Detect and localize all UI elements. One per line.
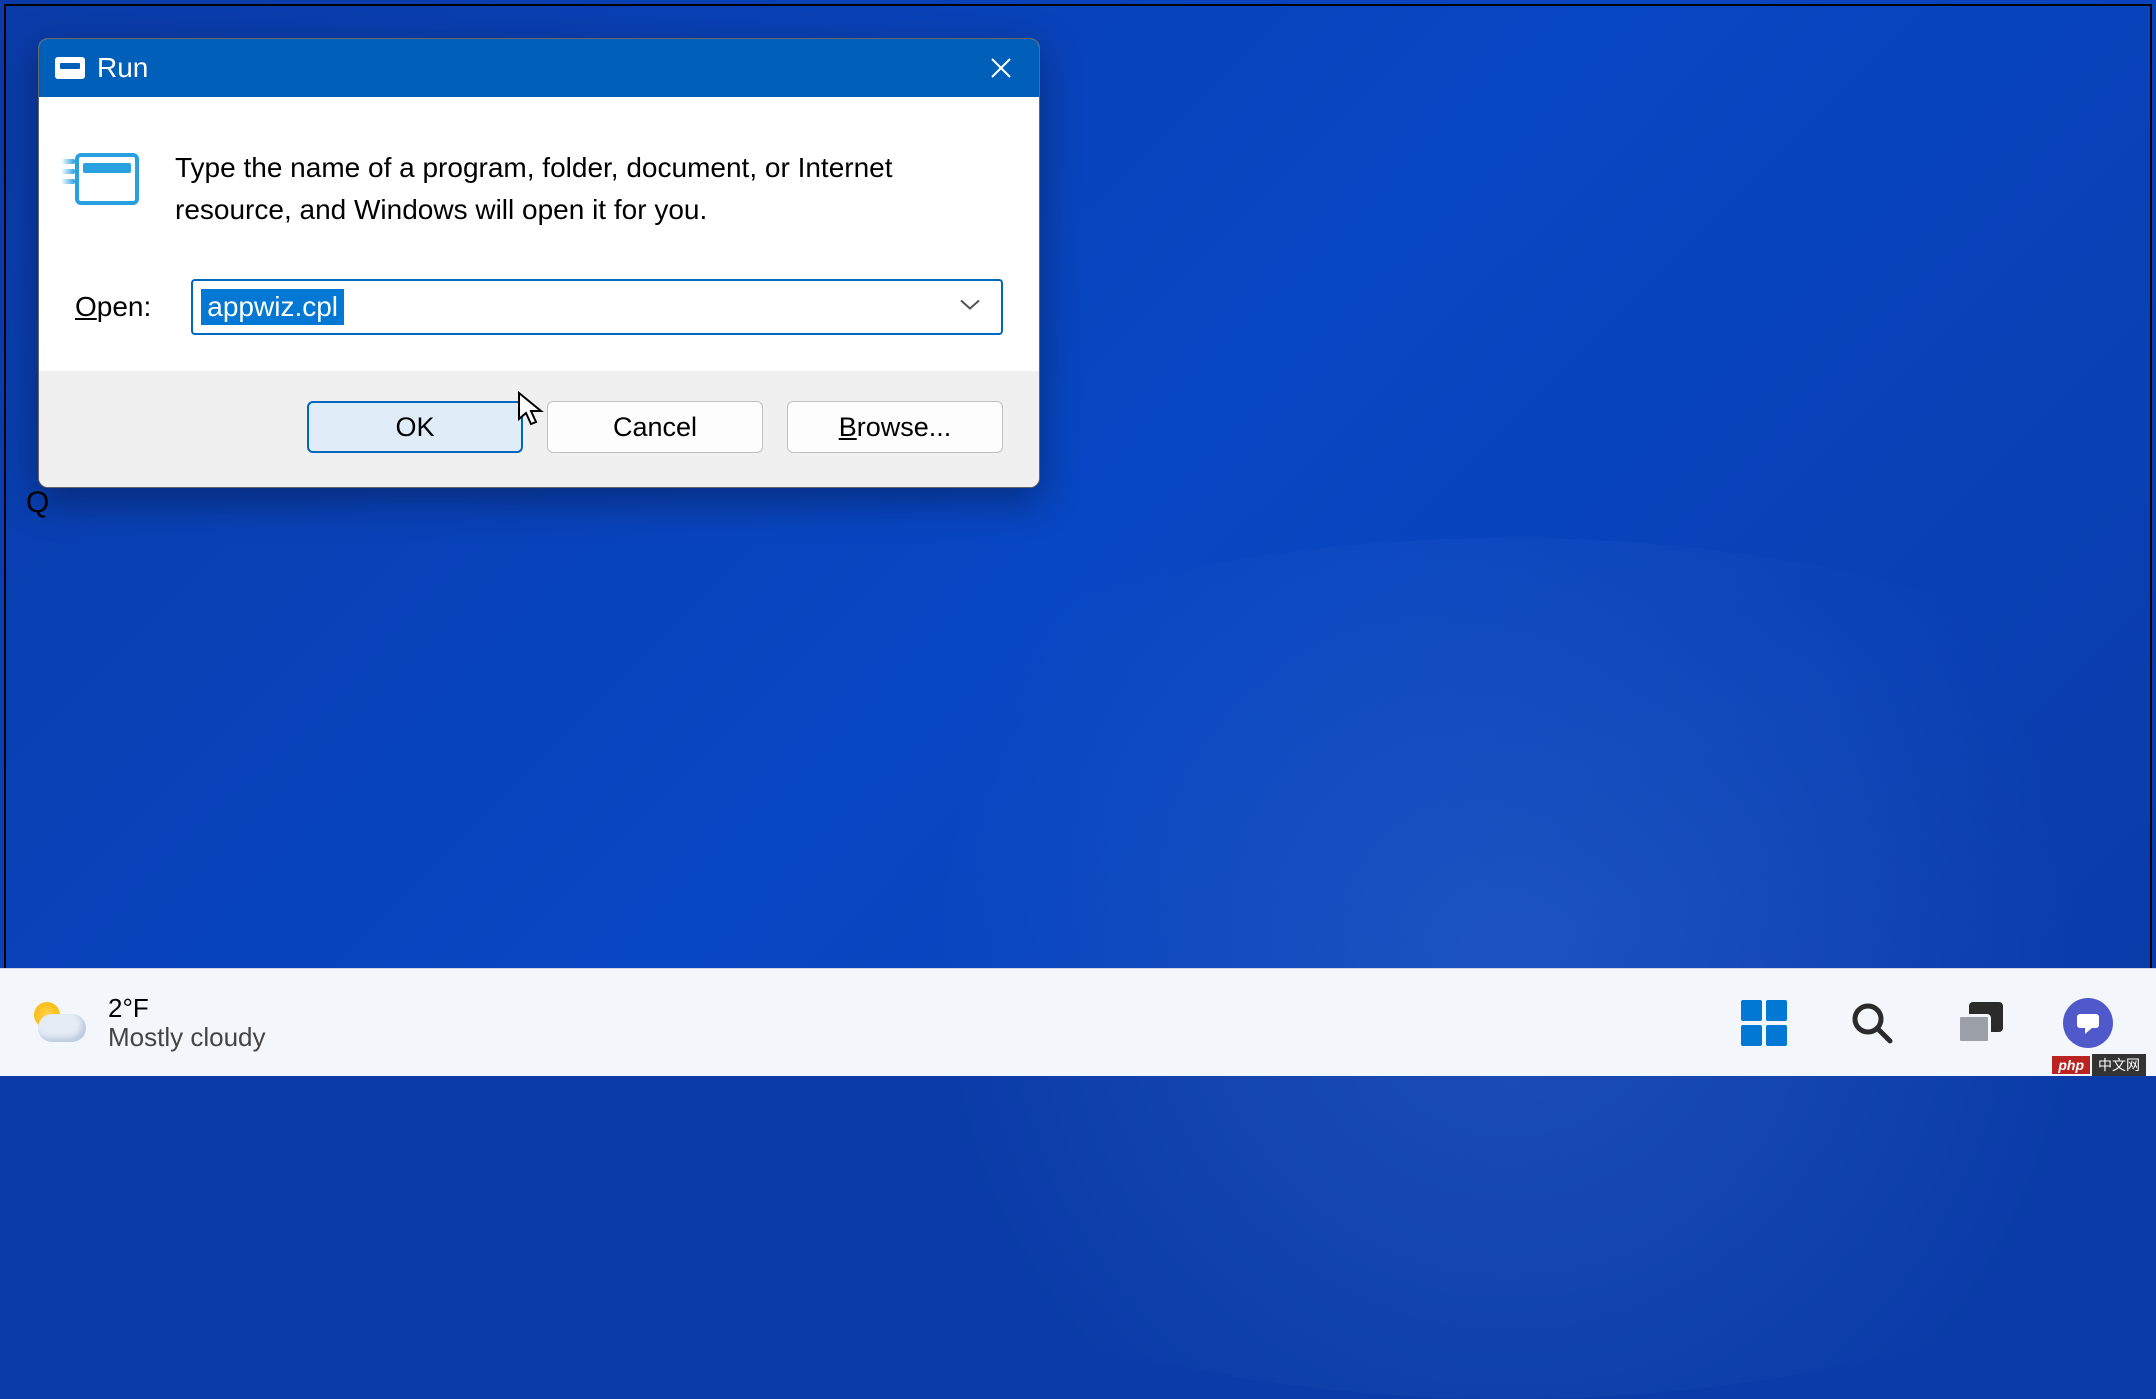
browse-button[interactable]: Browse...: [787, 401, 1003, 453]
task-view-icon: [1957, 1002, 2003, 1044]
chevron-down-icon: [959, 298, 981, 312]
titlebar[interactable]: Run: [39, 39, 1039, 97]
weather-widget[interactable]: 2°F Mostly cloudy: [30, 994, 266, 1051]
chat-button[interactable]: [2060, 995, 2116, 1051]
ok-button[interactable]: OK: [307, 401, 523, 453]
dropdown-button[interactable]: [959, 298, 981, 317]
run-titlebar-icon: [55, 57, 85, 79]
cancel-button[interactable]: Cancel: [547, 401, 763, 453]
open-input-value[interactable]: appwiz.cpl: [201, 289, 344, 325]
weather-condition: Mostly cloudy: [108, 1023, 266, 1052]
open-combobox[interactable]: appwiz.cpl: [191, 279, 1003, 335]
dialog-buttons: OK Cancel Browse...: [39, 371, 1039, 487]
windows-logo-icon: [1741, 1000, 1787, 1046]
taskbar: 2°F Mostly cloudy: [0, 968, 2156, 1076]
close-button[interactable]: [971, 39, 1031, 97]
search-icon: [1850, 1001, 1894, 1045]
dialog-body: Type the name of a program, folder, docu…: [39, 97, 1039, 371]
close-icon: [990, 57, 1012, 79]
run-icon: [75, 153, 139, 205]
weather-icon: [30, 998, 88, 1048]
chat-icon: [2063, 998, 2113, 1048]
search-button[interactable]: [1844, 995, 1900, 1051]
taskbar-icons: [1736, 995, 2116, 1051]
dialog-description: Type the name of a program, folder, docu…: [175, 147, 915, 231]
stray-text: Q: [26, 486, 49, 520]
start-button[interactable]: [1736, 995, 1792, 1051]
window-title: Run: [97, 52, 971, 84]
open-label: Open:: [75, 291, 151, 323]
watermark: php 中文网: [2052, 1054, 2146, 1076]
run-dialog: Run Type the name of a program, folder, …: [38, 38, 1040, 488]
task-view-button[interactable]: [1952, 995, 2008, 1051]
weather-temperature: 2°F: [108, 994, 266, 1023]
